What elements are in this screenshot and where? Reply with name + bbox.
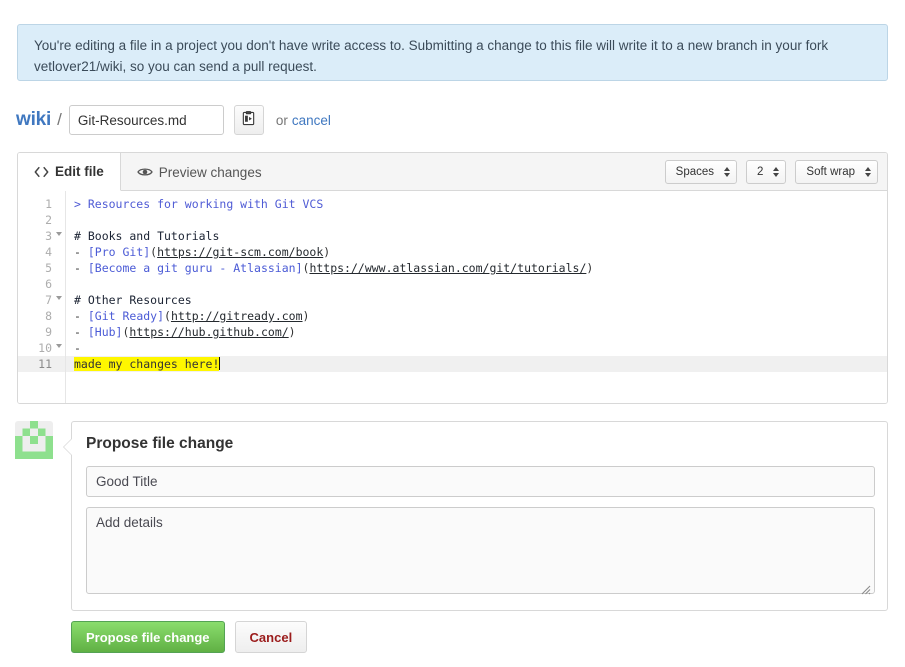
breadcrumb: wiki / or cancel <box>16 104 331 136</box>
code-token: ) <box>302 309 310 323</box>
propose-file-change-button[interactable]: Propose file change <box>71 621 225 653</box>
line-number: 5 <box>45 261 52 275</box>
identicon-avatar <box>15 421 53 459</box>
line-number: 4 <box>45 245 52 259</box>
line-number: 10 <box>18 340 65 356</box>
code-token: - <box>74 245 88 259</box>
tab-preview-changes-label: Preview changes <box>158 164 262 180</box>
clipboard-icon <box>241 111 256 129</box>
line-number: 2 <box>45 213 52 227</box>
code-token: http://gitready.com <box>170 309 303 323</box>
selected-text: made my changes here! <box>74 357 220 371</box>
code-token: - <box>74 309 88 323</box>
code-token: [Pro Git] <box>87 245 151 259</box>
code-token: - <box>74 341 81 355</box>
code-icon <box>34 166 49 178</box>
line-number-gutter: 1 2 3 4 5 6 7 8 9 10 11 <box>18 191 65 403</box>
code-line[interactable]: # Other Resources <box>66 292 887 308</box>
line-number: 6 <box>45 277 52 291</box>
commit-details-textarea[interactable] <box>86 507 875 594</box>
banner-message: You're editing a file in a project you d… <box>34 38 829 74</box>
code-content[interactable]: > Resources for working with Git VCS # Bo… <box>65 191 887 403</box>
code-token: # Books and Tutorials <box>74 229 220 243</box>
breadcrumb-repo-link[interactable]: wiki <box>16 109 51 131</box>
line-number: 9 <box>45 325 52 339</box>
commit-title-input[interactable] <box>86 466 875 497</box>
code-token: [Become a git guru - Atlassian] <box>87 261 303 275</box>
form-actions: Propose file change Cancel <box>71 621 308 653</box>
code-line[interactable]: - [Git Ready](http://gitready.com) <box>66 308 887 324</box>
indent-size-value: 2 <box>757 166 764 178</box>
code-token: [Hub] <box>87 325 123 339</box>
code-token: [Git Ready] <box>87 309 165 323</box>
code-token: https://hub.github.com/ <box>129 325 289 339</box>
code-token: > Resources for working with Git VCS <box>74 197 324 211</box>
code-token: ) <box>586 261 594 275</box>
code-line[interactable]: > Resources for working with Git VCS <box>66 196 887 212</box>
write-access-banner: You're editing a file in a project you d… <box>17 24 888 81</box>
fold-toggle-icon[interactable] <box>56 296 62 300</box>
code-token: made my changes here! <box>74 357 220 371</box>
code-token: - <box>74 325 88 339</box>
cancel-button[interactable]: Cancel <box>234 621 308 653</box>
panel-title: Propose file change <box>86 435 234 452</box>
code-line[interactable]: # Books and Tutorials <box>66 228 887 244</box>
indent-size-select[interactable]: 2 <box>746 160 787 184</box>
indent-mode-select[interactable]: Spaces <box>664 160 738 184</box>
code-line[interactable]: - [Pro Git](https://git-scm.com/book) <box>66 244 887 260</box>
code-token: # Other Resources <box>74 293 192 307</box>
wrap-mode-select[interactable]: Soft wrap <box>795 160 878 184</box>
indent-mode-value: Spaces <box>675 166 715 178</box>
wrap-mode-value: Soft wrap <box>806 166 855 178</box>
fold-toggle-icon[interactable] <box>56 344 62 348</box>
cancel-link[interactable]: cancel <box>292 113 331 128</box>
code-token: ) <box>288 325 296 339</box>
text-cursor <box>219 357 221 370</box>
stepper-arrows-icon <box>773 167 780 177</box>
tab-edit-file-label: Edit file <box>55 164 104 179</box>
stepper-arrows-icon <box>724 167 731 177</box>
code-token: ( <box>164 309 171 323</box>
tab-preview-changes[interactable]: Preview changes <box>121 153 278 191</box>
fold-toggle-icon[interactable] <box>56 232 62 236</box>
panel-arrow-inner-icon <box>64 438 73 456</box>
filename-input[interactable] <box>68 105 224 135</box>
line-number: 11 <box>18 356 65 372</box>
file-editor: Edit file Preview changes Spaces 2 Soft … <box>17 152 888 404</box>
code-line[interactable] <box>66 212 887 228</box>
code-line[interactable]: - [Become a git guru - Atlassian](https:… <box>66 260 887 276</box>
code-line[interactable] <box>66 276 887 292</box>
code-token: https://git-scm.com/book <box>157 245 324 259</box>
code-token: - <box>74 261 88 275</box>
code-line[interactable]: - [Hub](https://hub.github.com/) <box>66 324 887 340</box>
code-token: https://www.atlassian.com/git/tutorials/ <box>309 261 587 275</box>
editor-settings: Spaces 2 Soft wrap <box>664 160 878 184</box>
or-label: or <box>275 112 288 128</box>
code-editor[interactable]: 1 2 3 4 5 6 7 8 9 10 11 > Resources for working wi… <box>18 191 887 403</box>
tab-edit-file[interactable]: Edit file <box>18 153 121 191</box>
line-number: 1 <box>45 197 52 211</box>
line-number: 8 <box>45 309 52 323</box>
editor-toolbar: Edit file Preview changes Spaces 2 Soft … <box>18 153 887 191</box>
code-token: ) <box>323 245 331 259</box>
stepper-arrows-icon <box>865 167 871 177</box>
edit-file-page: You're editing a file in a project you d… <box>0 0 905 667</box>
line-number: 7 <box>18 292 65 308</box>
clipboard-icon-button[interactable] <box>233 105 264 135</box>
code-line[interactable]: - <box>66 340 887 356</box>
code-line[interactable]: made my changes here! <box>66 356 887 372</box>
eye-icon <box>136 166 153 178</box>
propose-file-change-panel: Propose file change <box>63 421 888 611</box>
line-number: 3 <box>18 228 65 244</box>
breadcrumb-separator: / <box>57 110 62 129</box>
